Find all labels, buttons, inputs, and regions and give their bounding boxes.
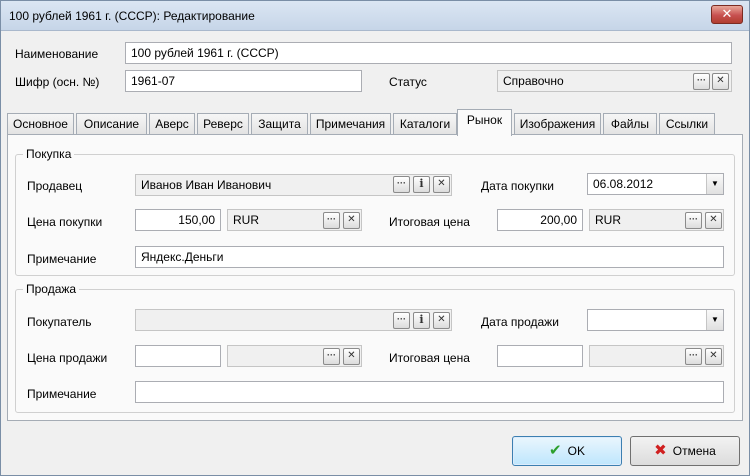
window-title: 100 рублей 1961 г. (СССР): Редактировани…	[9, 9, 255, 23]
code-input[interactable]: 1961-07	[125, 70, 362, 92]
purchase-note-label: Примечание	[27, 252, 97, 266]
purchase-date-dropdown-icon[interactable]: ▼	[706, 174, 723, 194]
buyer-label: Покупатель	[27, 315, 92, 329]
sale-date-dropdown-icon[interactable]: ▼	[706, 310, 723, 330]
buyer-select-button[interactable]: ···	[393, 312, 410, 329]
tab-market[interactable]: Рынок	[457, 109, 512, 136]
purchase-currency-select-button[interactable]: ···	[323, 212, 340, 229]
sale-total-currency-select-button[interactable]: ···	[685, 348, 702, 365]
close-window-button[interactable]: ✕	[711, 5, 743, 24]
buyer-info-button[interactable]: i	[413, 312, 430, 329]
purchase-date-combo[interactable]: 06.08.2012	[587, 173, 724, 195]
sale-total-label: Итоговая цена	[389, 351, 470, 365]
purchase-total-currency-select-button[interactable]: ···	[685, 212, 702, 229]
sale-date-label: Дата продажи	[481, 315, 559, 329]
purchase-date-label: Дата покупки	[481, 179, 554, 193]
purchase-price-input[interactable]: 150,00	[135, 209, 221, 231]
sale-total-input[interactable]	[497, 345, 583, 367]
tab-files[interactable]: Файлы	[603, 113, 657, 135]
status-select-button[interactable]: ···	[693, 73, 710, 90]
ok-button[interactable]: ✔ OK	[512, 436, 622, 466]
purchase-price-label: Цена покупки	[27, 215, 103, 229]
purchase-currency-clear-button[interactable]: ✕	[343, 212, 360, 229]
purchase-total-label: Итоговая цена	[389, 215, 470, 229]
seller-label: Продавец	[27, 179, 83, 193]
purchase-note-input[interactable]: Яндекс.Деньги	[135, 246, 724, 268]
purchase-currency-field: RUR	[227, 209, 362, 231]
tab-obverse[interactable]: Аверс	[149, 113, 195, 135]
sale-total-currency-field	[589, 345, 724, 367]
tab-security[interactable]: Защита	[251, 113, 308, 135]
tab-basic[interactable]: Основное	[7, 113, 74, 135]
edit-window: 100 рублей 1961 г. (СССР): Редактировани…	[0, 0, 750, 476]
name-input[interactable]: 100 рублей 1961 г. (СССР)	[125, 42, 732, 64]
tab-description[interactable]: Описание	[76, 113, 147, 135]
ok-button-label: OK	[567, 444, 585, 458]
status-clear-button[interactable]: ✕	[712, 73, 729, 90]
tab-notes[interactable]: Примечания	[310, 113, 391, 135]
sale-currency-clear-button[interactable]: ✕	[343, 348, 360, 365]
tab-reverse[interactable]: Реверс	[197, 113, 249, 135]
purchase-total-currency-clear-button[interactable]: ✕	[705, 212, 722, 229]
cancel-icon: ✖	[654, 442, 667, 459]
purchase-total-currency-field: RUR	[589, 209, 724, 231]
sale-date-combo[interactable]	[587, 309, 724, 331]
seller-select-button[interactable]: ···	[393, 176, 410, 193]
cancel-button-label: Отмена	[672, 444, 716, 458]
title-bar[interactable]: 100 рублей 1961 г. (СССР): Редактировани…	[1, 1, 749, 31]
sale-currency-field	[227, 345, 362, 367]
tab-links[interactable]: Ссылки	[659, 113, 715, 135]
sale-note-input[interactable]	[135, 381, 724, 403]
buyer-clear-button[interactable]: ✕	[433, 312, 450, 329]
purchase-group-title: Покупка	[23, 147, 75, 161]
check-icon: ✔	[549, 442, 562, 459]
sale-group-title: Продажа	[23, 282, 80, 296]
status-label: Статус	[389, 75, 427, 89]
tab-catalogs[interactable]: Каталоги	[393, 113, 457, 135]
sale-price-label: Цена продажи	[27, 351, 108, 365]
code-label: Шифр (осн. №)	[15, 75, 100, 89]
sale-currency-select-button[interactable]: ···	[323, 348, 340, 365]
sale-total-currency-clear-button[interactable]: ✕	[705, 348, 722, 365]
sale-note-label: Примечание	[27, 387, 97, 401]
name-label: Наименование	[15, 47, 99, 61]
purchase-total-input[interactable]: 200,00	[497, 209, 583, 231]
cancel-button[interactable]: ✖ Отмена	[630, 436, 740, 466]
seller-info-button[interactable]: i	[413, 176, 430, 193]
sale-price-input[interactable]	[135, 345, 221, 367]
tab-images[interactable]: Изображения	[514, 113, 601, 135]
seller-clear-button[interactable]: ✕	[433, 176, 450, 193]
